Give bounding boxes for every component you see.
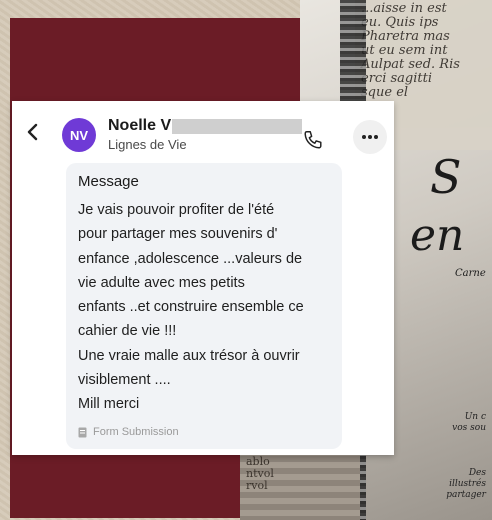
message-line: visiblement .... <box>78 372 171 389</box>
avatar[interactable]: NV <box>62 118 96 152</box>
cover-small-text-line: vos sou <box>452 423 486 433</box>
message-line: Mill merci <box>78 396 140 413</box>
chevron-left-icon <box>27 123 38 141</box>
message-line: Je vais pouvoir profiter de l'été <box>78 202 275 218</box>
message-line: cahier de vie !!! <box>78 323 177 340</box>
name-redaction-bar <box>172 119 302 134</box>
message-line: enfants ..et construire ensemble ce <box>78 299 304 316</box>
back-button[interactable] <box>22 121 44 143</box>
manuscript-line: eu. Quis ips <box>361 15 439 30</box>
manuscript-line: ...aisse in est <box>361 1 447 16</box>
manuscript-line: Aulpat sed. Ris <box>361 57 460 72</box>
call-button[interactable] <box>302 129 324 151</box>
more-options-button[interactable] <box>353 120 387 154</box>
form-icon <box>78 427 87 437</box>
manuscript-line: ut eu sem int <box>361 43 448 58</box>
message-line: enfance ,adolescence ...valeurs de <box>78 250 303 267</box>
contact-subtitle: Lignes de Vie <box>108 137 187 152</box>
contact-name: Noelle V <box>108 117 172 134</box>
conversation-header: NV Noelle V Lignes de Vie <box>12 101 394 157</box>
phone-icon <box>304 131 322 149</box>
message-line: vie adulte avec mes petits <box>78 274 245 291</box>
message-line: pour partager mes souvenirs d' <box>78 226 278 243</box>
cover-small-text-line: Un c <box>464 412 486 422</box>
cover-small-text-line: partager <box>446 490 486 500</box>
cover-small-text: Des illustrés partager <box>446 468 486 501</box>
manuscript-line: erci sagitti <box>361 71 432 86</box>
source-label: Form Submission <box>93 426 179 438</box>
cover-subtitle: Carne <box>455 268 486 279</box>
message-bubble: Message Je vais pouvoir profiter de l'ét… <box>66 163 342 449</box>
message-line: Une vraie malle aux trésor à ouvrir <box>78 347 300 364</box>
cover-title-line1: S <box>430 150 462 204</box>
cover-title-line2: en <box>410 210 465 261</box>
cover-small-text-line: Des <box>468 468 486 478</box>
cover-small-text: Un c vos sou <box>452 412 486 434</box>
cover-small-text-line: illustrés <box>449 479 486 489</box>
more-horizontal-icon <box>362 135 378 139</box>
message-title: Message <box>78 173 139 190</box>
message-source: Form Submission <box>78 425 179 439</box>
background-book-stack: ablo ntvol rvol <box>240 450 360 520</box>
manuscript-line: Pharetra mas <box>361 29 450 44</box>
message-body: Je vais pouvoir profiter de l'été pour p… <box>78 198 340 417</box>
book-text-line: rvol <box>246 479 268 492</box>
conversation-card: NV Noelle V Lignes de Vie Message Je vai… <box>12 101 394 455</box>
manuscript-line: sque el <box>361 85 409 100</box>
